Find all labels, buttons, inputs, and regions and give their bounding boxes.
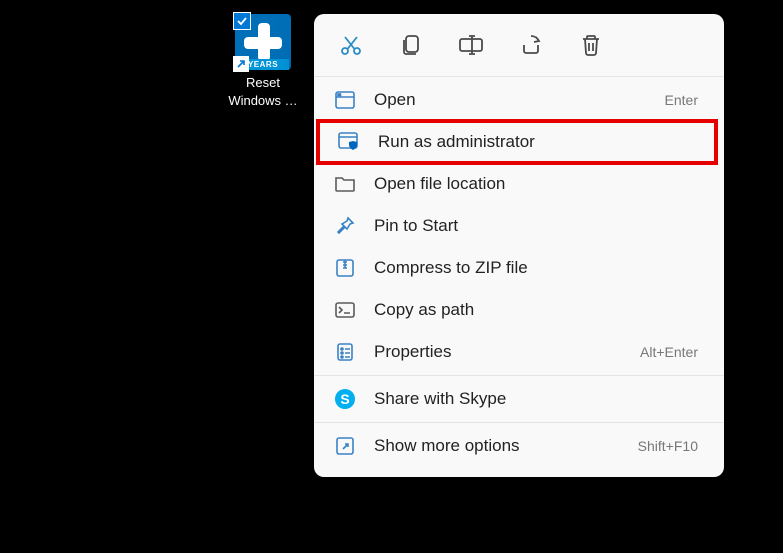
app-window-icon <box>334 89 356 111</box>
menu-divider <box>314 76 724 77</box>
copy-icon[interactable] <box>398 32 424 58</box>
menu-item-label: Open file location <box>374 174 698 194</box>
quick-action-bar <box>314 22 724 74</box>
rename-icon[interactable] <box>458 32 484 58</box>
path-icon <box>334 299 356 321</box>
menu-item-open-file-location[interactable]: Open file location <box>314 163 724 205</box>
shortcut-label: ResetWindows … <box>228 74 297 109</box>
shortcut-overlay-icon <box>233 56 249 72</box>
skype-icon: S <box>334 388 356 410</box>
delete-icon[interactable] <box>578 32 604 58</box>
folder-icon <box>334 173 356 195</box>
cut-icon[interactable] <box>338 32 364 58</box>
menu-item-label: Pin to Start <box>374 216 698 236</box>
selected-check-badge <box>233 12 251 30</box>
menu-item-label: Properties <box>374 342 622 362</box>
menu-item-label: Run as administrator <box>378 132 672 152</box>
menu-item-hotkey: Alt+Enter <box>640 344 698 360</box>
menu-item-show-more-options[interactable]: Show more options Shift+F10 <box>314 425 724 467</box>
shield-icon <box>338 131 360 153</box>
menu-divider <box>314 422 724 423</box>
svg-text:S: S <box>340 391 349 407</box>
menu-item-properties[interactable]: Properties Alt+Enter <box>314 331 724 373</box>
shortcut-app-icon: YEARS <box>235 14 291 70</box>
pin-icon <box>334 215 356 237</box>
menu-item-label: Show more options <box>374 436 620 456</box>
properties-icon <box>334 341 356 363</box>
menu-item-hotkey: Enter <box>665 92 698 108</box>
menu-item-run-as-administrator[interactable]: Run as administrator <box>318 121 716 163</box>
desktop-shortcut[interactable]: YEARS ResetWindows … <box>218 14 308 109</box>
zip-icon <box>334 257 356 279</box>
menu-item-label: Compress to ZIP file <box>374 258 698 278</box>
menu-item-pin-to-start[interactable]: Pin to Start <box>314 205 724 247</box>
share-icon[interactable] <box>518 32 544 58</box>
menu-item-label: Share with Skype <box>374 389 698 409</box>
menu-item-compress-zip[interactable]: Compress to ZIP file <box>314 247 724 289</box>
menu-divider <box>314 375 724 376</box>
menu-item-copy-as-path[interactable]: Copy as path <box>314 289 724 331</box>
menu-item-label: Copy as path <box>374 300 698 320</box>
context-menu: Open Enter Run as administrator Open fil… <box>314 14 724 477</box>
menu-item-hotkey: Shift+F10 <box>638 438 698 454</box>
menu-item-share-skype[interactable]: S Share with Skype <box>314 378 724 420</box>
menu-item-open[interactable]: Open Enter <box>314 79 724 121</box>
menu-item-label: Open <box>374 90 647 110</box>
more-options-icon <box>334 435 356 457</box>
